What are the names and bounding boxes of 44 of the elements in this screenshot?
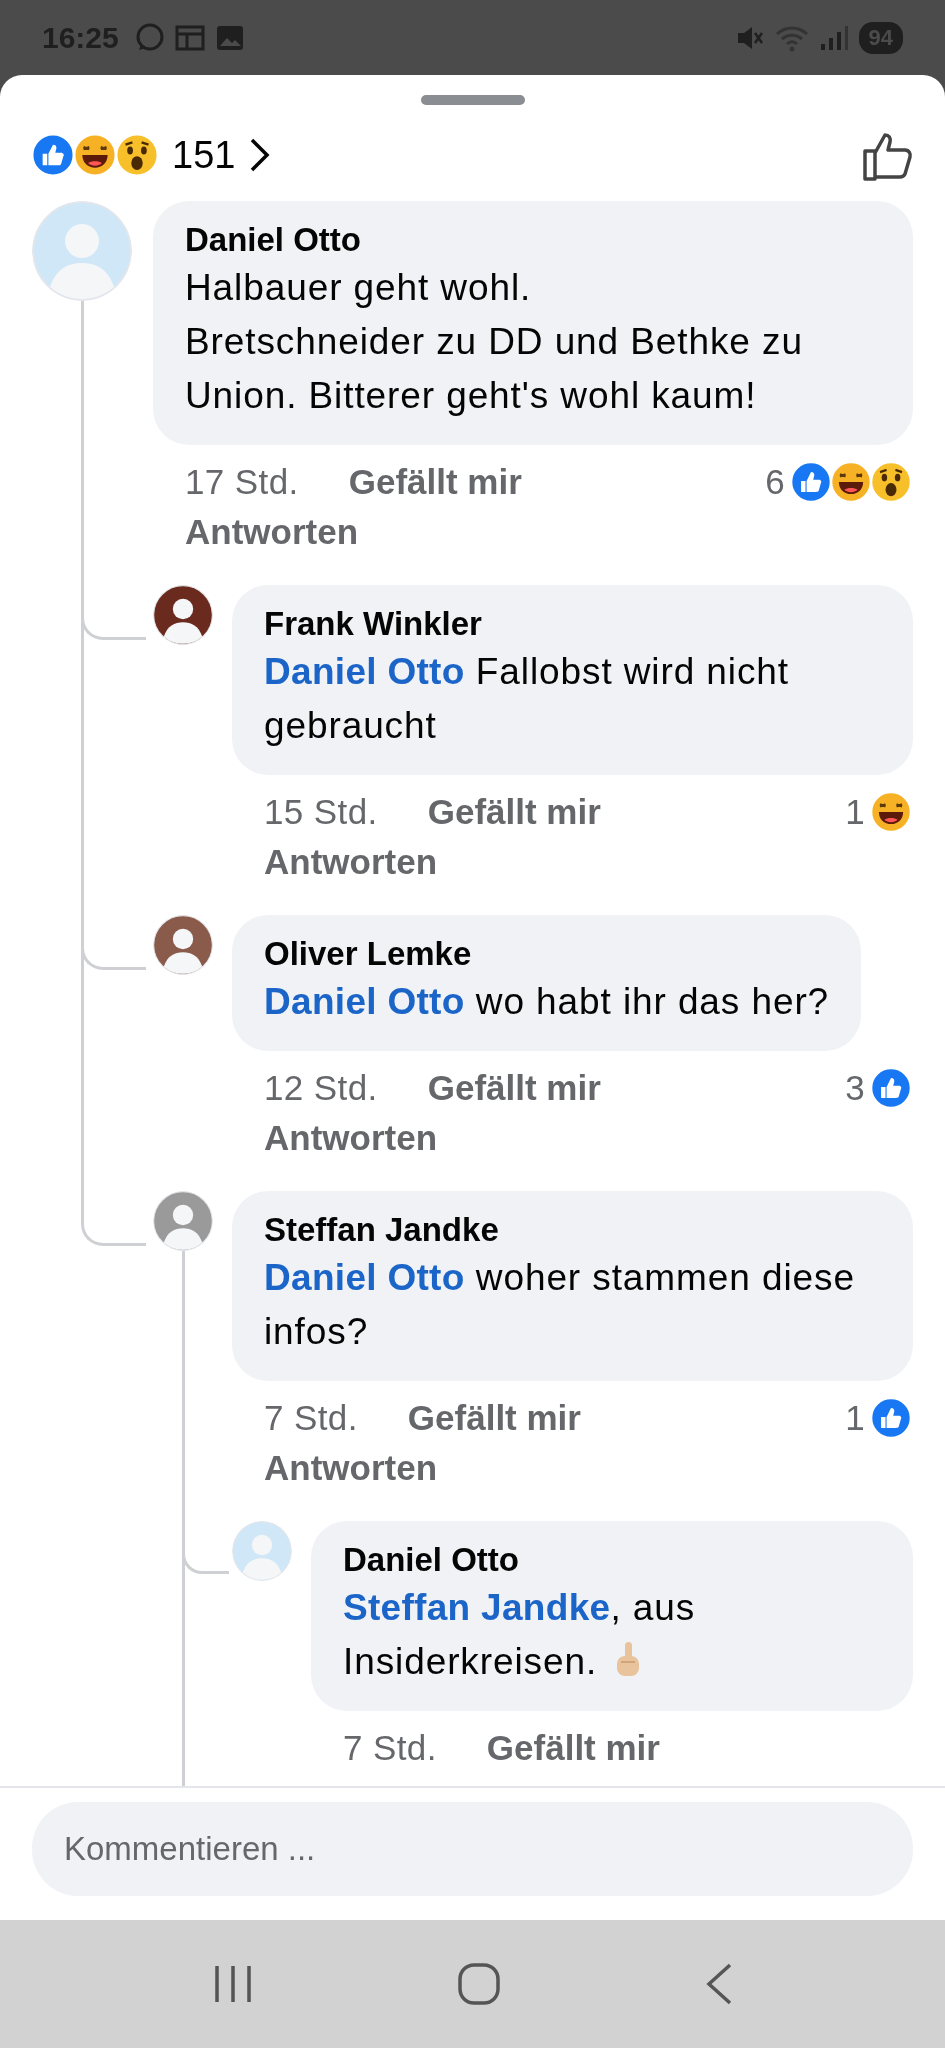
mention-link[interactable]: Daniel Otto (264, 1257, 465, 1298)
author-name[interactable]: Frank Winkler (264, 603, 881, 645)
signal-icon (818, 23, 849, 52)
like-link[interactable]: Gefällt mir (427, 787, 601, 837)
timestamp: 12 Std. (264, 1067, 378, 1109)
comment-input[interactable]: Kommentieren ... (32, 1802, 913, 1896)
chat-app-icon (134, 22, 165, 53)
image-icon (214, 23, 245, 52)
comment-text: Daniel Otto wo habt ihr das her? (264, 980, 830, 1024)
like-link[interactable]: Gefällt mir (348, 457, 522, 507)
author-name[interactable]: Oliver Lemke (264, 933, 830, 975)
timestamp: 15 Std. (264, 791, 378, 833)
reply-link[interactable]: Antworten (185, 507, 359, 557)
timestamp: 17 Std. (185, 461, 299, 503)
avatar[interactable] (153, 585, 213, 645)
comment-text: Halbauer geht wohl. Bretschneider zu DD und Bethke zu Union. Bitterer geht's wohl kaum! (185, 266, 804, 418)
reply-link[interactable]: Antworten (264, 837, 438, 887)
mention-link[interactable]: Daniel Otto (264, 981, 465, 1022)
author-name[interactable]: Daniel Otto (185, 219, 881, 261)
author-name[interactable]: Daniel Otto (343, 1539, 881, 1581)
reply-link[interactable]: Antworten (264, 1443, 438, 1493)
like-link[interactable]: Gefällt mir (427, 1063, 601, 1113)
comment-text: Daniel Otto Fallobst wird nicht gebraucht (264, 650, 791, 748)
reaction-total[interactable]: 151 (172, 133, 236, 177)
reaction-count[interactable]: 1 (845, 787, 865, 837)
reply-link[interactable]: Antworten (264, 1113, 438, 1163)
avatar[interactable] (153, 915, 213, 975)
like-link[interactable]: Gefällt mir (486, 1723, 660, 1773)
thread-connector (81, 1191, 146, 1246)
timestamp: 7 Std. (343, 1727, 437, 1769)
comment-text: Daniel Otto woher stammen diese infos? (264, 1256, 856, 1354)
mention-link[interactable]: Steffan Jandke (343, 1587, 611, 1628)
author-name[interactable]: Steffan Jandke (264, 1209, 881, 1251)
reaction-count[interactable]: 3 (845, 1063, 865, 1113)
calendar-icon (174, 23, 205, 52)
like-link[interactable]: Gefällt mir (407, 1393, 581, 1443)
comment-text: Steffan Jandke, aus Insiderkreisen. (343, 1586, 697, 1684)
reaction-count[interactable]: 1 (845, 1393, 865, 1443)
timestamp: 7 Std. (264, 1397, 358, 1439)
home-icon[interactable] (457, 1962, 502, 2006)
mention-link[interactable]: Daniel Otto (264, 651, 465, 692)
chevron-right-icon[interactable] (249, 137, 272, 173)
drag-handle[interactable] (420, 95, 525, 105)
reaction-count[interactable]: 6 (765, 457, 785, 507)
